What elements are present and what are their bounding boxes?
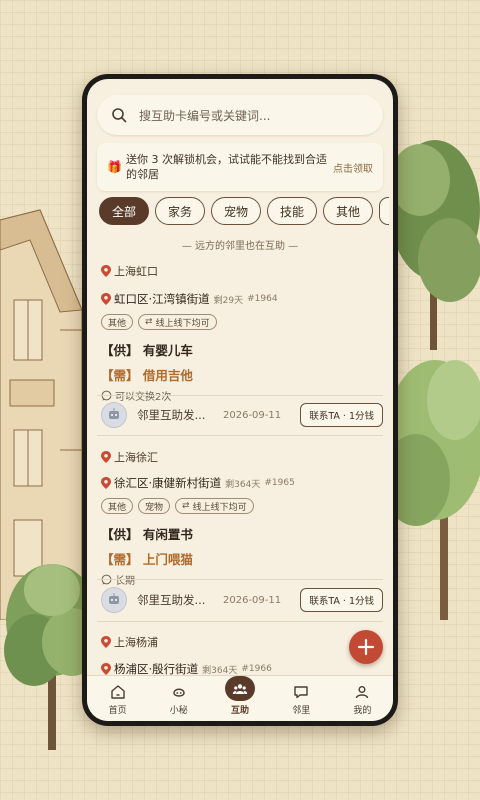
post-date: 2026-09-11 [223, 594, 282, 606]
location-pin-icon [101, 451, 111, 463]
mode-label: 线上线下均可 [155, 318, 210, 329]
location-pin-icon [101, 636, 111, 648]
gift-icon: 🎁 [107, 160, 122, 174]
remaining-days: 剩29天 [213, 295, 244, 306]
card-divider [97, 579, 383, 580]
card-id: #1964 [247, 294, 278, 304]
nav-label: 邻里 [292, 706, 311, 716]
region-header: 上海虹口 [101, 263, 158, 279]
banner-text: 送你 3 次解锁机会，试试能不能找到合适的邻居 [125, 153, 327, 181]
nav-neighbors[interactable]: 邻里 [271, 676, 332, 721]
street-label: 虹口区·江湾镇街道 [114, 292, 210, 306]
remaining-days: 剩364天 [202, 665, 238, 676]
nav-profile[interactable]: 我的 [332, 676, 393, 721]
poster-name: 邻里互助发... [137, 408, 206, 422]
nav-label: 互助 [231, 706, 250, 716]
claim-button[interactable]: 点击领取 [333, 160, 373, 175]
avatar[interactable] [101, 402, 127, 428]
remaining-days: 剩364天 [225, 479, 261, 490]
section-divider: — 远方的邻里也在互助 — [181, 241, 299, 252]
user-icon [356, 686, 369, 699]
location-pin-icon [101, 293, 111, 305]
tab-pets[interactable]: 宠物 [211, 197, 261, 225]
swap-icon: ⇄ [145, 317, 153, 327]
poster-row: 邻里互助发... 2026-09-11 联系TA · 1分钱 [101, 399, 383, 431]
region-header: 上海杨浦 [101, 634, 158, 650]
nav-mutual-help[interactable]: 互助 [209, 676, 270, 721]
help-card[interactable]: 徐汇区·康健新村街道 剩364天 #1965 其他 宠物 ⇄ 线上线下均可 【供】… [101, 475, 383, 587]
card-title: 徐汇区·康健新村街道 剩364天 #1965 [101, 475, 383, 491]
nav-active-indicator [225, 676, 255, 701]
poster-name: 邻里互助发... [137, 593, 206, 607]
supply-text: 【供】 有闲置书 [101, 527, 193, 542]
group-icon [232, 683, 248, 694]
contact-button[interactable]: 联系TA · 1分钱 [300, 588, 383, 612]
mode-tag: ⇄ 线上线下均可 [175, 498, 254, 514]
location-pin-icon [101, 477, 111, 489]
assistant-icon [173, 688, 185, 697]
app-screen: 搜互助卡编号或关键词... 🎁 送你 3 次解锁机会，试试能不能找到合适的邻居 … [87, 79, 393, 721]
nav-label: 首页 [108, 706, 127, 716]
poster-row: 邻里互助发... 2026-09-11 联系TA · 1分钱 [101, 584, 383, 616]
category-tag: 宠物 [138, 498, 171, 514]
tab-all[interactable]: 全部 [99, 197, 149, 225]
bottom-nav: 首页 小秘 互助 邻里 我的 [87, 675, 393, 721]
phone-frame: 搜互助卡编号或关键词... 🎁 送你 3 次解锁机会，试试能不能找到合适的邻居 … [82, 74, 398, 726]
supply-text: 【供】 有婴儿车 [101, 343, 193, 358]
card-divider [97, 395, 383, 396]
card-id: #1966 [241, 664, 272, 674]
tag-list: 其他 ⇄ 线上线下均可 [101, 314, 383, 330]
card-id: #1965 [264, 478, 295, 488]
nav-home[interactable]: 首页 [87, 676, 148, 721]
street-label: 徐汇区·康健新村街道 [114, 476, 222, 490]
add-button[interactable] [349, 630, 383, 664]
search-bar[interactable]: 搜互助卡编号或关键词... [97, 95, 383, 135]
avatar[interactable] [101, 587, 127, 613]
robot-avatar-icon [109, 593, 119, 604]
search-input[interactable]: 搜互助卡编号或关键词... [139, 107, 270, 124]
card-divider [97, 435, 383, 436]
nav-label: 小秘 [169, 706, 188, 716]
location-pin-icon [101, 663, 111, 675]
unlock-banner[interactable]: 🎁 送你 3 次解锁机会，试试能不能找到合适的邻居 点击领取 [97, 143, 383, 191]
card-divider [97, 621, 383, 622]
help-card[interactable]: 虹口区·江湾镇街道 剩29天 #1964 其他 ⇄ 线上线下均可 【供】 有婴儿车… [101, 291, 383, 403]
category-tabs: 全部 家务 宠物 技能 其他 [99, 197, 389, 225]
home-icon [110, 685, 125, 699]
search-icon [112, 108, 127, 123]
need-text: 【需】 借用吉他 [101, 368, 193, 383]
tab-skills[interactable]: 技能 [267, 197, 317, 225]
robot-avatar-icon [109, 408, 119, 419]
region-header: 上海徐汇 [101, 449, 158, 465]
swap-icon: ⇄ [182, 501, 190, 511]
region-label: 上海徐汇 [114, 451, 158, 464]
location-pin-icon [101, 265, 111, 277]
tab-housework[interactable]: 家务 [155, 197, 205, 225]
region-label: 上海虹口 [114, 265, 158, 278]
category-tag: 其他 [101, 314, 134, 330]
tab-more[interactable] [379, 197, 389, 225]
plus-icon [357, 638, 375, 656]
category-tag: 其他 [101, 498, 134, 514]
post-date: 2026-09-11 [223, 409, 282, 421]
card-title: 虹口区·江湾镇街道 剩29天 #1964 [101, 291, 383, 307]
mode-label: 线上线下均可 [192, 502, 247, 513]
tab-other[interactable]: 其他 [323, 197, 373, 225]
region-label: 上海杨浦 [114, 636, 158, 649]
nav-label: 我的 [353, 706, 372, 716]
need-text: 【需】 上门喂猫 [101, 552, 193, 567]
nav-assistant[interactable]: 小秘 [148, 676, 209, 721]
chat-icon [294, 686, 308, 699]
contact-button[interactable]: 联系TA · 1分钱 [300, 403, 383, 427]
mode-tag: ⇄ 线上线下均可 [138, 314, 217, 330]
tag-list: 其他 宠物 ⇄ 线上线下均可 [101, 498, 383, 514]
